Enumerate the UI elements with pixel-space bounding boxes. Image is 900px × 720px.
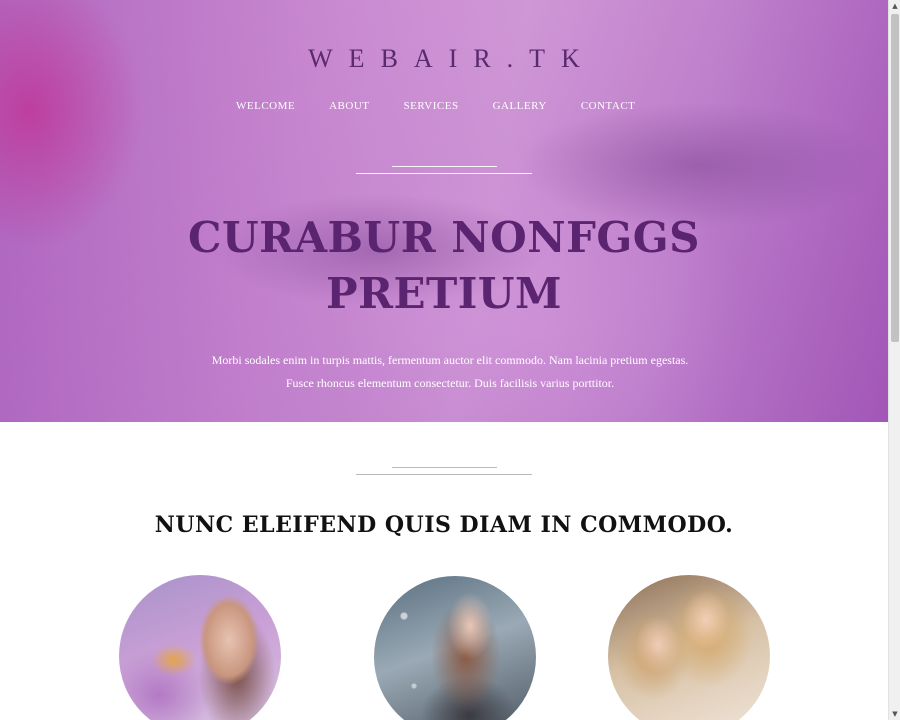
hero-title-line1: CURABUR NONFGGS bbox=[188, 213, 700, 262]
gallery-photo-2[interactable] bbox=[374, 576, 536, 720]
hero-description: Morbi sodales enim in turpis mattis, fer… bbox=[150, 349, 750, 395]
hero-banner: WEBAIR.TK WELCOME ABOUT SERVICES GALLERY… bbox=[0, 0, 888, 422]
gallery-photo-1[interactable] bbox=[119, 575, 281, 720]
hero-title-line2: PRETIUM bbox=[325, 269, 563, 318]
section-divider-short bbox=[392, 467, 497, 468]
scroll-thumb[interactable] bbox=[891, 14, 899, 342]
nav-contact[interactable]: CONTACT bbox=[581, 100, 636, 112]
scroll-down-arrow-icon[interactable]: ▼ bbox=[889, 708, 900, 720]
nav-about[interactable]: ABOUT bbox=[329, 100, 369, 112]
scroll-up-arrow-icon[interactable]: ▲ bbox=[889, 0, 900, 12]
section-divider-long bbox=[356, 474, 532, 475]
gallery-photo-3[interactable] bbox=[608, 575, 770, 720]
hero-text-line2: Fusce rhoncus elementum consectetur. Dui… bbox=[285, 376, 615, 390]
main-nav: WELCOME ABOUT SERVICES GALLERY CONTACT bbox=[236, 100, 669, 112]
nav-gallery[interactable]: GALLERY bbox=[493, 100, 547, 112]
section-title: NUNC ELEIFEND QUIS DIAM IN COMMODO. bbox=[154, 512, 734, 538]
hero-text-line1: Morbi sodales enim in turpis mattis, fer… bbox=[211, 353, 689, 367]
nav-services[interactable]: SERVICES bbox=[404, 100, 459, 112]
hero-title: CURABUR NONFGGS PRETIUM bbox=[140, 210, 748, 322]
hero-divider-long bbox=[356, 173, 532, 174]
site-logo[interactable]: WEBAIR.TK bbox=[0, 44, 888, 74]
vertical-scrollbar[interactable]: ▲ ▼ bbox=[888, 0, 900, 720]
hero-divider-short bbox=[392, 166, 497, 167]
nav-welcome[interactable]: WELCOME bbox=[236, 100, 295, 112]
